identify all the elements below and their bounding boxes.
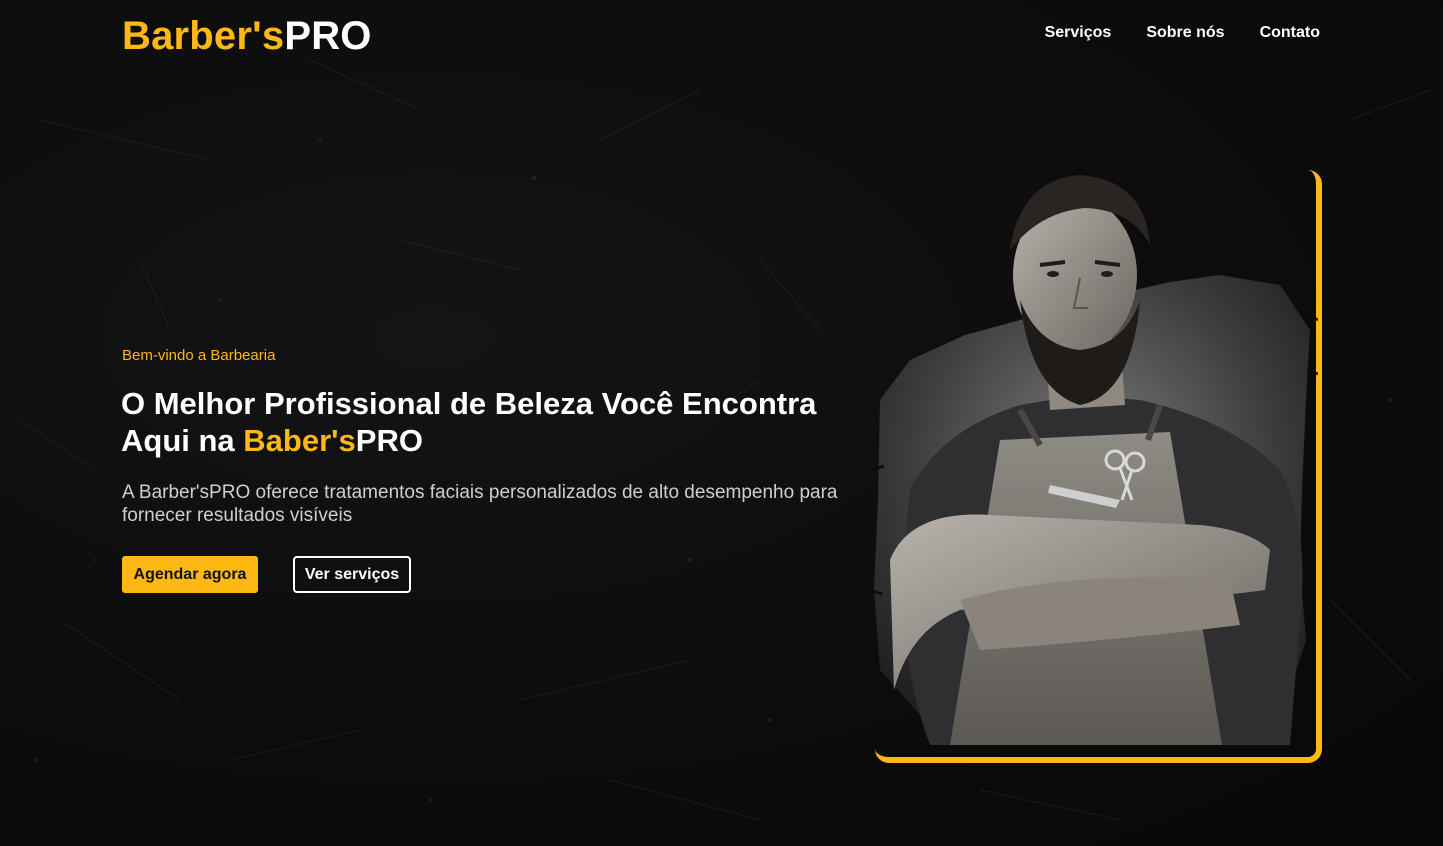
headline-accent: Baber's (243, 423, 356, 458)
headline-line-1: O Melhor Profissional de Beleza Você Enc… (121, 386, 817, 421)
headline-prefix: Aqui na (121, 423, 244, 458)
book-now-button[interactable]: Agendar agora (122, 556, 258, 593)
main-nav: Serviços Sobre nós Contato (1045, 24, 1320, 42)
hero-headline: O Melhor Profissional de Beleza Você Enc… (121, 385, 861, 459)
view-services-button[interactable]: Ver serviços (293, 556, 411, 593)
nav-link-sobre-nos[interactable]: Sobre nós (1146, 24, 1224, 42)
nav-link-servicos[interactable]: Serviços (1045, 24, 1112, 42)
logo-part-brand: Barber's (122, 14, 285, 58)
nav-link-contato[interactable]: Contato (1260, 24, 1320, 42)
hero-kicker: Bem-vindo a Barbearia (122, 347, 276, 364)
brand-logo[interactable]: Barber'sPRO (122, 14, 372, 59)
hero-description: A Barber'sPRO oferece tratamentos faciai… (122, 482, 838, 526)
logo-part-pro: PRO (284, 14, 372, 58)
landing-page: Barber'sPRO Serviços Sobre nós Contato B… (0, 0, 1443, 846)
headline-suffix: PRO (355, 423, 423, 458)
barber-photo-icon (870, 175, 1318, 745)
